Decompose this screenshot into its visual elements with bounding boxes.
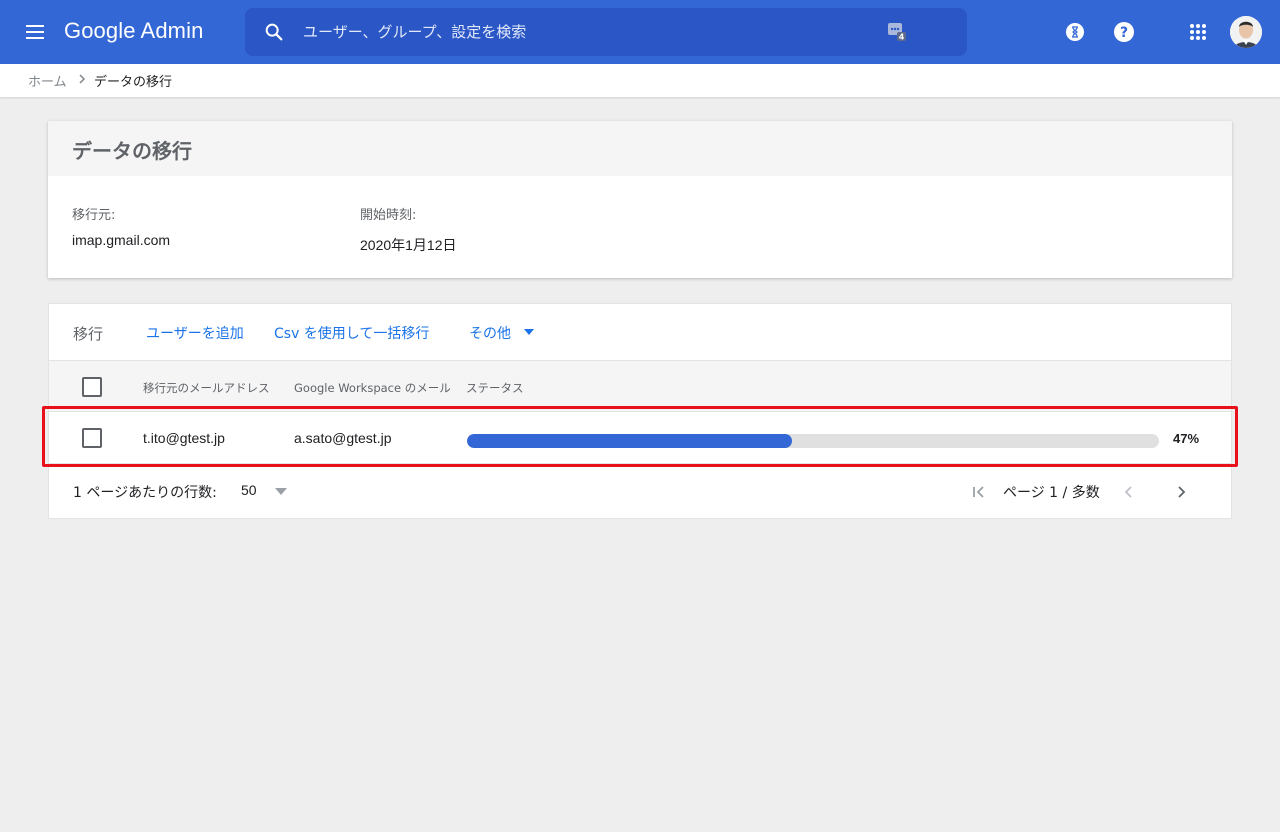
rows-per-page-value: 50: [241, 482, 257, 498]
bulk-csv-migrate-button[interactable]: Csv を使用して一括移行: [274, 323, 429, 343]
more-menu-button[interactable]: その他: [469, 323, 511, 343]
breadcrumb-home[interactable]: ホーム: [28, 71, 67, 90]
workspace-email-cell: a.sato@gtest.jp: [294, 430, 392, 446]
first-page-button[interactable]: [967, 480, 991, 504]
caret-down-icon[interactable]: [524, 329, 534, 335]
column-header-workspace-email[interactable]: Google Workspace のメール: [294, 380, 451, 396]
search-bar[interactable]: 4: [245, 8, 967, 56]
menu-icon[interactable]: [24, 20, 48, 44]
google-admin-logo[interactable]: Google Admin: [64, 18, 203, 44]
search-input[interactable]: [303, 8, 863, 56]
progress-fill: [467, 434, 793, 448]
next-page-button[interactable]: [1169, 480, 1193, 504]
card-header: データの移行: [48, 121, 1232, 176]
support-badge-icon[interactable]: 4: [887, 22, 907, 42]
select-all-checkbox[interactable]: [82, 377, 102, 397]
page-title: データの移行: [72, 139, 192, 163]
migration-progress-bar: [467, 434, 1159, 448]
avatar[interactable]: [1230, 16, 1262, 48]
apps-grid-icon[interactable]: [1183, 17, 1213, 47]
first-page-icon: [973, 486, 984, 498]
progress-percent: 47%: [1173, 431, 1200, 446]
page-indicator: ページ 1 / 多数: [1003, 485, 1100, 501]
column-header-source-email[interactable]: 移行元のメールアドレス: [143, 380, 270, 396]
breadcrumb: ホーム データの移行: [0, 64, 1280, 97]
source-value: imap.gmail.com: [72, 232, 171, 248]
table-header: 移行元のメールアドレス Google Workspace のメール ステータス: [49, 360, 1231, 412]
start-time-label: 開始時刻:: [360, 208, 417, 223]
table-row[interactable]: t.ito@gtest.jp a.sato@gtest.jp 47%: [49, 412, 1231, 464]
hourglass-icon[interactable]: [1060, 17, 1090, 47]
rows-per-page-label: 1 ページあたりの行数:: [73, 485, 217, 501]
search-badge-count: 4: [899, 33, 905, 42]
start-time-value: 2020年1月12日: [360, 237, 457, 253]
migration-table-card: 移行 ユーザーを追加 Csv を使用して一括移行 その他 移行元のメールアドレス…: [48, 303, 1232, 519]
chevron-left-icon: [1124, 486, 1132, 498]
rows-per-page-select[interactable]: 50: [241, 480, 293, 502]
column-header-status[interactable]: ステータス: [466, 380, 524, 396]
top-app-bar: Google Admin 4 ?: [0, 0, 1280, 64]
chevron-right-icon: [79, 74, 86, 84]
toolbar-title: 移行: [73, 325, 104, 343]
source-label: 移行元:: [72, 208, 116, 223]
search-icon[interactable]: [263, 21, 285, 43]
add-user-button[interactable]: ユーザーを追加: [146, 323, 244, 343]
migration-summary-card: データの移行 移行元: imap.gmail.com 開始時刻: 2020年1月…: [48, 121, 1232, 278]
help-icon[interactable]: ?: [1109, 17, 1139, 47]
chevron-right-icon: [1178, 486, 1186, 498]
source-email-cell: t.ito@gtest.jp: [143, 430, 225, 446]
breadcrumb-current: データの移行: [94, 75, 173, 90]
previous-page-button[interactable]: [1117, 480, 1141, 504]
svg-text:?: ?: [1120, 25, 1128, 41]
row-checkbox[interactable]: [82, 428, 102, 448]
caret-down-icon: [275, 488, 287, 495]
